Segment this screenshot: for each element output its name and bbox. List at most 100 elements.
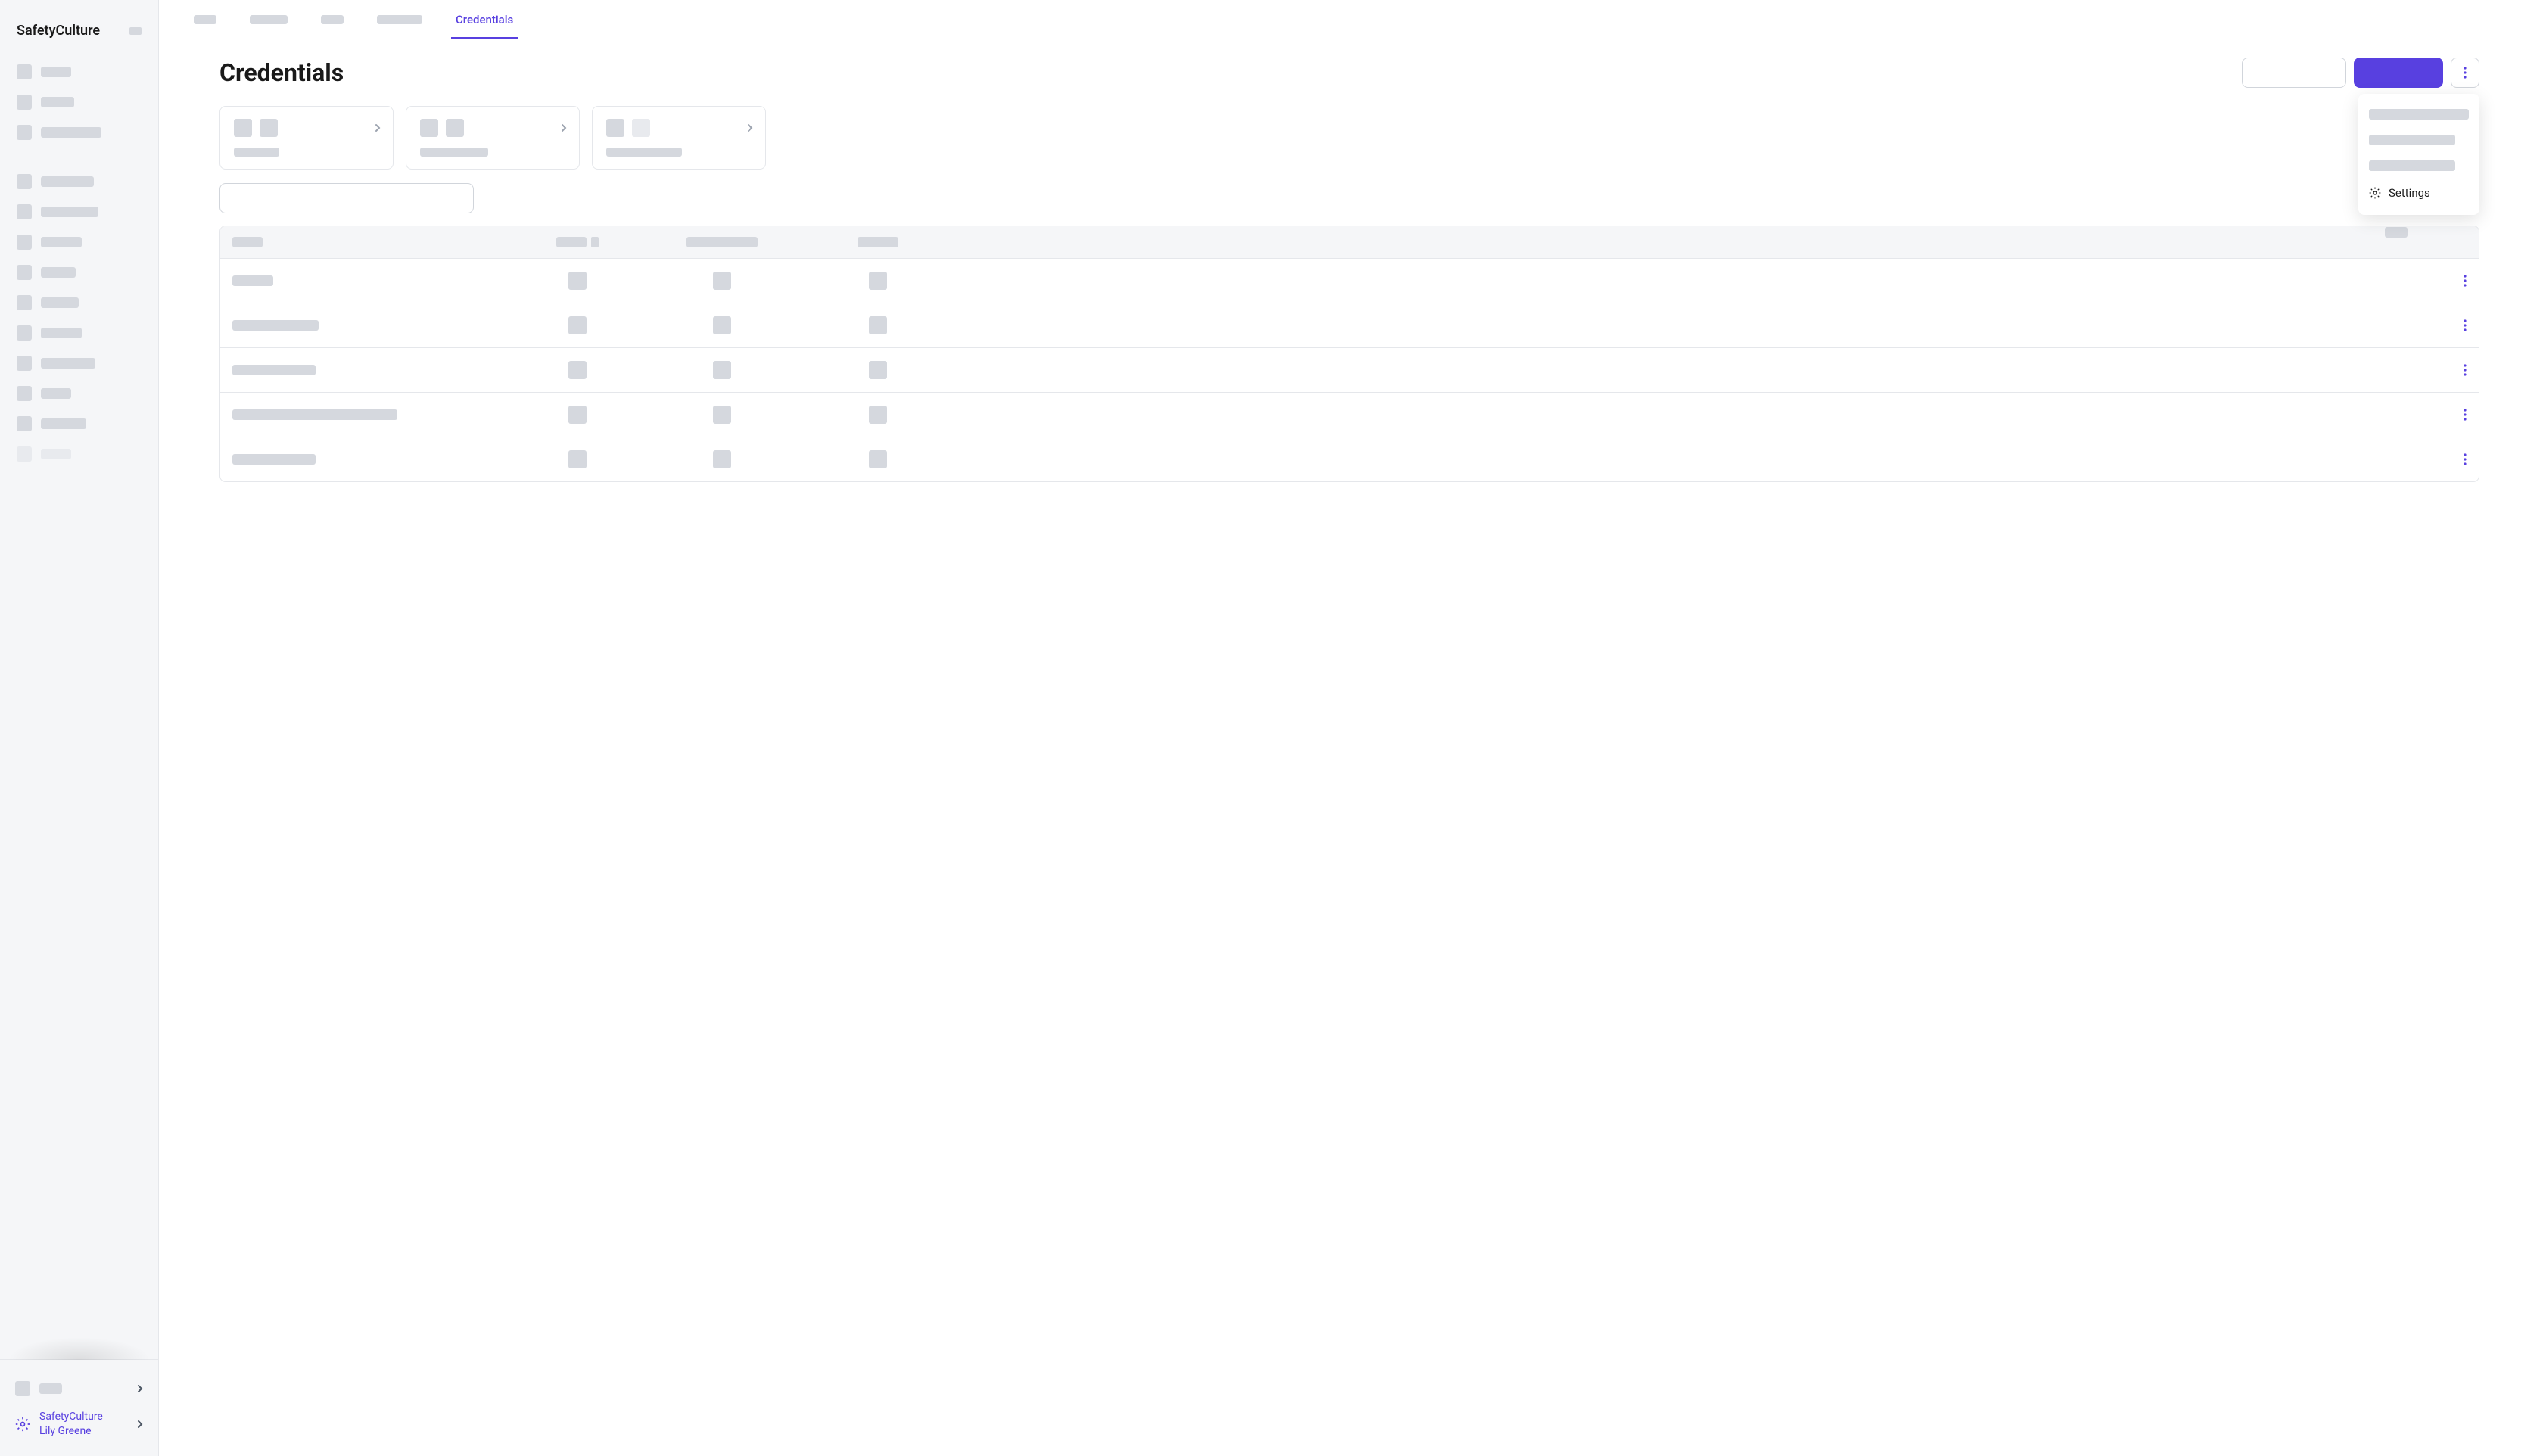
nav-item-label	[41, 237, 82, 247]
nav-item-label	[41, 176, 94, 187]
nav-item[interactable]	[17, 378, 142, 409]
dropdown-item[interactable]	[2366, 153, 2472, 179]
table-row[interactable]	[220, 303, 2479, 347]
stat-number	[420, 119, 438, 137]
stat-icon	[260, 119, 278, 137]
more-button[interactable]	[2451, 58, 2479, 88]
th[interactable]	[858, 237, 898, 247]
content-header: Credentials Settings	[219, 58, 2479, 88]
stat-card[interactable]	[406, 106, 580, 170]
table-row[interactable]	[220, 392, 2479, 437]
row-more-button[interactable]	[2464, 409, 2467, 421]
tab[interactable]	[245, 3, 292, 36]
tab-label	[377, 15, 422, 24]
nav-item-icon	[17, 416, 32, 431]
dropdown-settings[interactable]: Settings	[2366, 179, 2472, 207]
sidebar-header: SafetyCulture	[0, 0, 158, 51]
nav-item[interactable]	[17, 117, 142, 148]
nav-item-label	[41, 449, 71, 459]
stat-label	[606, 148, 682, 157]
nav-item[interactable]	[17, 288, 142, 318]
cell-name	[232, 409, 397, 420]
nav-item[interactable]	[17, 57, 142, 87]
more-dropdown: Settings	[2358, 94, 2479, 215]
chevron-right-icon	[375, 123, 381, 132]
tab-credentials[interactable]: Credentials	[451, 1, 518, 39]
search-input[interactable]	[219, 183, 474, 213]
cell	[568, 406, 587, 424]
sidebar-footer: SafetyCulture Lily Greene	[0, 1359, 158, 1456]
cell	[568, 361, 587, 379]
tab[interactable]	[189, 3, 221, 36]
tabs-bar: Credentials	[159, 0, 2540, 39]
sidebar-nav	[0, 51, 158, 1359]
table-row[interactable]	[220, 437, 2479, 481]
th[interactable]	[556, 237, 587, 247]
filter-label	[2385, 227, 2408, 238]
nav-item[interactable]	[17, 409, 142, 439]
cell	[713, 450, 731, 468]
row-more-button[interactable]	[2464, 319, 2467, 331]
stat-card[interactable]	[592, 106, 766, 170]
nav-item-icon	[17, 125, 32, 140]
dropdown-item-label: Settings	[2389, 186, 2430, 200]
nav-item-label	[41, 97, 74, 107]
dropdown-item[interactable]	[2366, 127, 2472, 153]
cell	[568, 316, 587, 334]
dropdown-item-label	[2369, 160, 2455, 171]
cell	[568, 450, 587, 468]
stat-cards	[219, 106, 2479, 170]
nav-item-icon	[17, 386, 32, 401]
nav-item[interactable]	[17, 197, 142, 227]
nav-item[interactable]	[17, 318, 142, 348]
user-text: SafetyCulture Lily Greene	[39, 1410, 103, 1439]
stat-label	[420, 148, 488, 157]
nav-item[interactable]	[17, 227, 142, 257]
stat-icon	[446, 119, 464, 137]
nav-item-icon	[17, 325, 32, 341]
collapse-icon[interactable]	[129, 27, 142, 35]
nav-item[interactable]	[17, 166, 142, 197]
cell	[713, 272, 731, 290]
nav-item-label	[41, 267, 76, 278]
secondary-button[interactable]	[2242, 58, 2346, 88]
cell	[869, 316, 887, 334]
cell	[869, 272, 887, 290]
cell-name	[232, 454, 316, 465]
cell	[568, 272, 587, 290]
dropdown-item-label	[2369, 135, 2455, 145]
table-row[interactable]	[220, 258, 2479, 303]
nav-item-icon	[17, 446, 32, 462]
nav-item[interactable]	[17, 257, 142, 288]
credentials-table	[219, 226, 2479, 482]
nav-item[interactable]	[17, 439, 142, 469]
nav-item[interactable]	[17, 348, 142, 378]
row-more-button[interactable]	[2464, 275, 2467, 287]
nav-item-label	[41, 127, 101, 138]
nav-item[interactable]	[17, 87, 142, 117]
more-vertical-icon	[2464, 364, 2467, 376]
chevron-right-icon	[561, 123, 567, 132]
cell	[713, 316, 731, 334]
row-more-button[interactable]	[2464, 364, 2467, 376]
table-row[interactable]	[220, 347, 2479, 392]
th[interactable]	[232, 237, 263, 247]
tab[interactable]	[372, 3, 427, 36]
org-name: SafetyCulture	[39, 1410, 103, 1425]
main: Credentials Credentials	[159, 0, 2540, 1456]
user-profile[interactable]: SafetyCulture Lily Greene	[15, 1405, 143, 1444]
more-vertical-icon	[2464, 67, 2467, 79]
th[interactable]	[686, 237, 758, 247]
page-title: Credentials	[219, 58, 344, 87]
tab[interactable]	[316, 3, 348, 36]
cell	[869, 450, 887, 468]
sort-icon[interactable]	[591, 237, 599, 247]
footer-item[interactable]	[15, 1372, 143, 1405]
row-more-button[interactable]	[2464, 453, 2467, 465]
footer-item-label	[39, 1383, 62, 1394]
user-name: Lily Greene	[39, 1424, 103, 1439]
dropdown-item[interactable]	[2366, 101, 2472, 127]
stat-card[interactable]	[219, 106, 394, 170]
primary-button[interactable]	[2354, 58, 2443, 88]
sidebar: SafetyCulture	[0, 0, 159, 1456]
